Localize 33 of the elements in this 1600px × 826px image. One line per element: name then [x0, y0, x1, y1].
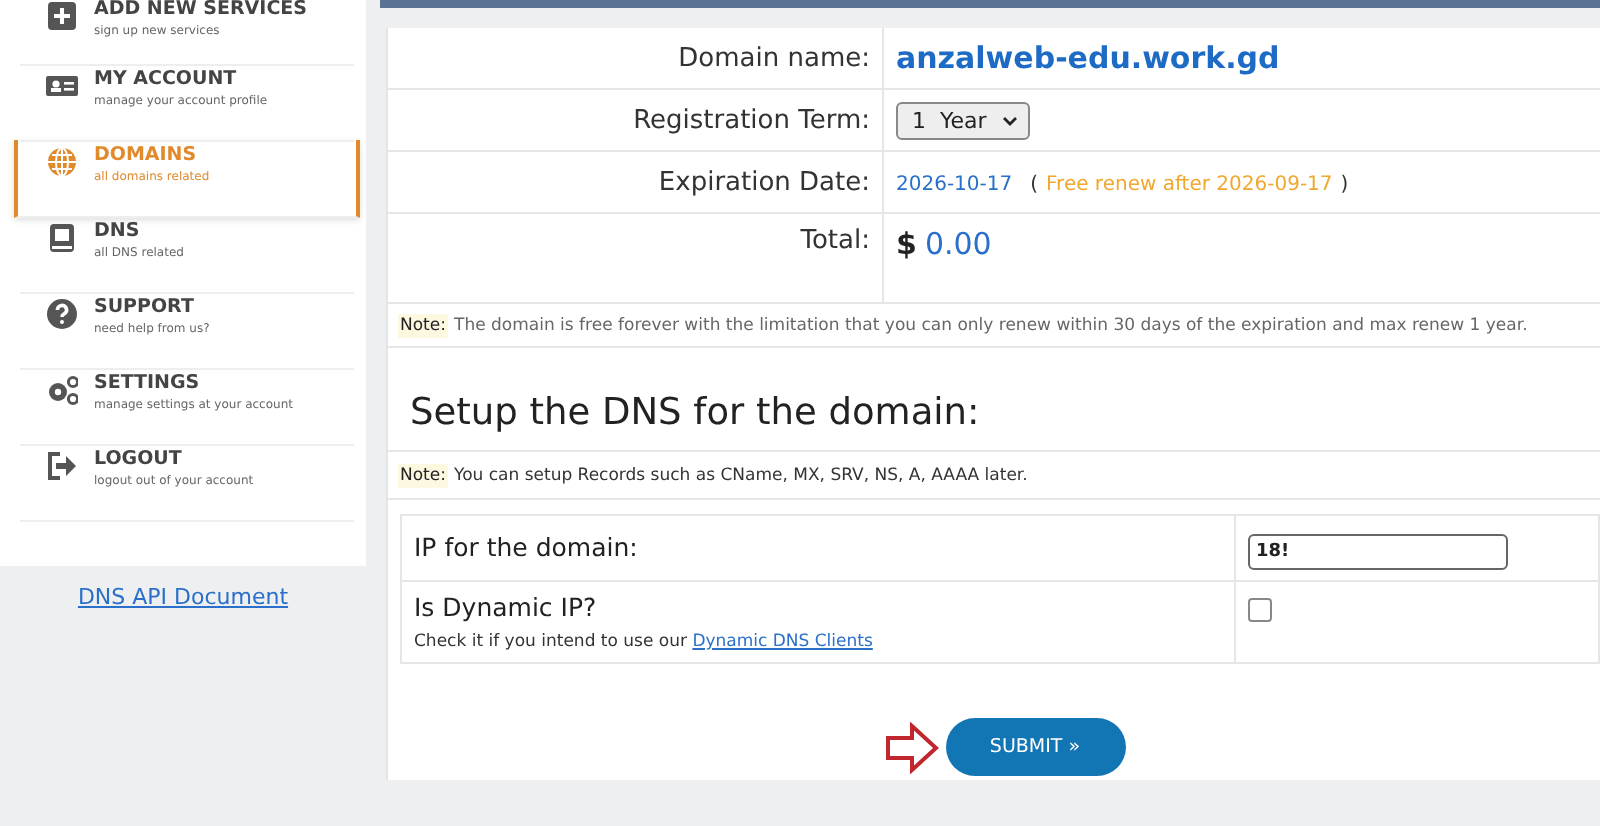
note-text: You can setup Records such as CName, MX, SRV, NS, A, AAAA later.	[454, 465, 1028, 485]
chevron-icon	[1002, 115, 1019, 125]
expiration-date-label: Expiration Date:	[388, 151, 883, 213]
expiration-date: 2026-10-17	[896, 173, 1013, 195]
settings-icon	[46, 374, 78, 406]
domain-name: anzalweb-edu.work.gd	[896, 40, 1280, 76]
total-amount: 0.00	[924, 226, 992, 262]
currency-symbol: $	[896, 226, 917, 262]
section-heading: Setup the DNS for the domain:	[388, 348, 1600, 452]
dynamic-ip-checkbox[interactable]	[1248, 598, 1272, 622]
dynamic-ip-label: Is Dynamic IP?	[414, 592, 599, 622]
submit-button[interactable]: SUBMIT »	[945, 718, 1125, 776]
globe-icon	[46, 146, 78, 178]
parenthesis: )	[1340, 173, 1349, 195]
registration-term-label: Registration Term:	[388, 89, 883, 151]
domain-name-label: Domain name:	[388, 28, 883, 89]
note-label: Note:	[398, 463, 448, 487]
id-card-icon	[46, 70, 78, 102]
term-select[interactable]: 1 Year	[896, 101, 1031, 139]
note-text: The domain is free forever with the limitation that you can only renew within 30 days of the expiration and max renew 1 year.	[454, 315, 1528, 335]
ip-label: IP for the domain:	[414, 532, 638, 562]
help-icon	[46, 298, 78, 330]
total-label: Total:	[388, 213, 883, 303]
arrow-icon	[883, 721, 939, 773]
dynamic-dns-link[interactable]: Dynamic DNS Clients	[692, 632, 873, 652]
parenthesis: (	[1030, 173, 1039, 195]
note-label: Note:	[398, 313, 448, 337]
api-document-link[interactable]: DNS API Document	[77, 584, 289, 610]
book-icon	[46, 222, 78, 254]
ip-input-field[interactable]: 18!	[1248, 534, 1508, 570]
renew-note: Free renew after 2026-09-17	[1046, 173, 1333, 195]
logout-icon	[46, 450, 78, 482]
hint-text: Check it if you intend to use our	[414, 632, 687, 652]
